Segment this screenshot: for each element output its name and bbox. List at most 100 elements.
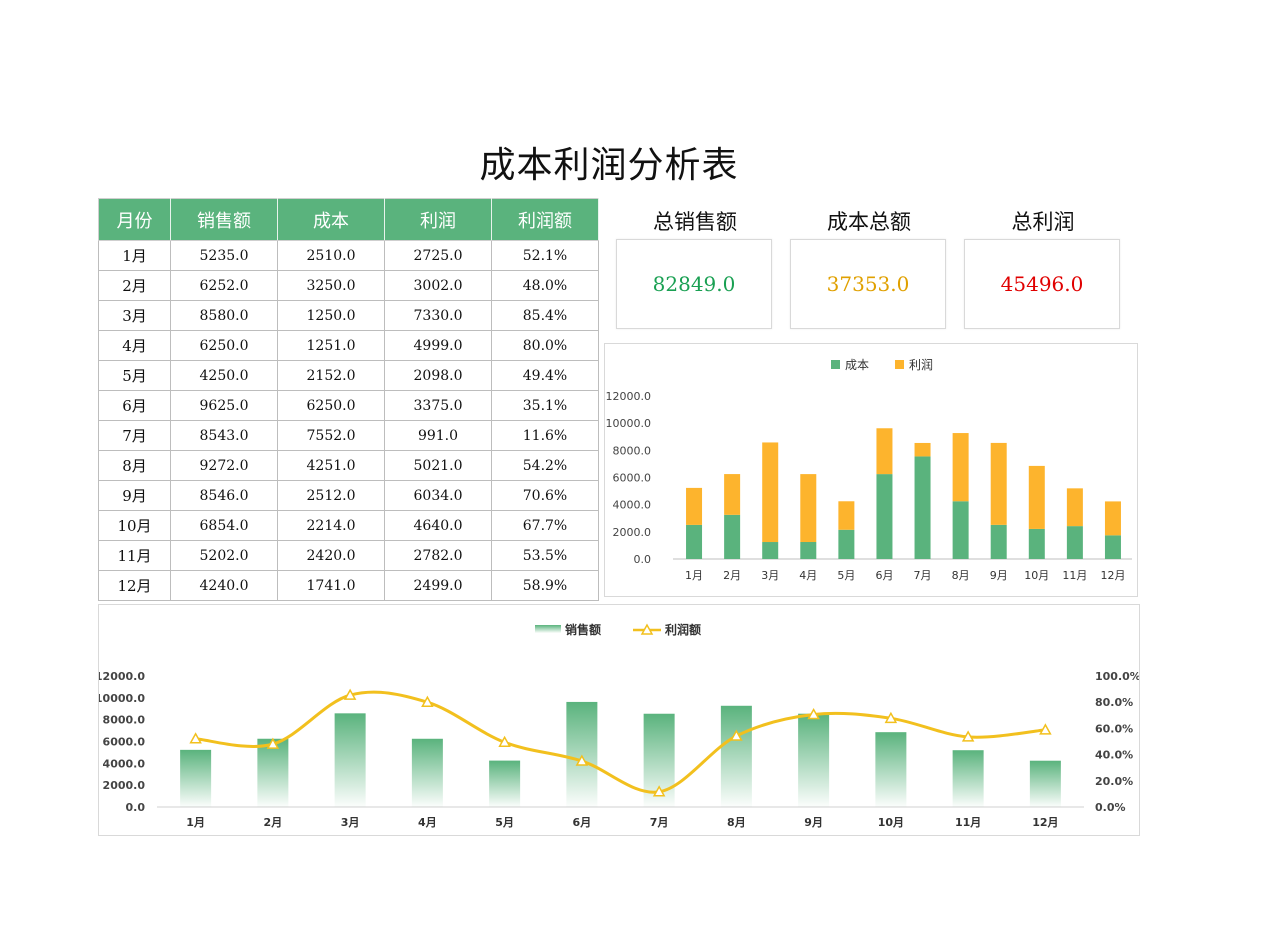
table-row: 7月 8543.0 7552.0 991.0 11.6% [98, 420, 599, 451]
table-cell: 5月 [98, 360, 171, 391]
kpi-value-total-profit: 45496.0 [1000, 272, 1084, 296]
profit-bar [876, 428, 893, 475]
x-tick-label: 5月 [837, 569, 855, 582]
profit-bar [762, 442, 779, 543]
profit-bar [686, 487, 703, 525]
sales-bar [334, 713, 366, 807]
y-tick-label: 8000.0 [103, 714, 146, 727]
table-cell: 5235.0 [170, 240, 278, 271]
legend-swatch-sales [535, 625, 561, 633]
table-row: 2月 6252.0 3250.0 3002.0 48.0% [98, 270, 599, 301]
y-tick-label: 6000.0 [613, 472, 652, 485]
table-row: 12月 4240.0 1741.0 2499.0 58.9% [98, 570, 599, 601]
x-tick-label: 4月 [799, 569, 817, 582]
legend-label-margin: 利润额 [665, 622, 701, 637]
y2-tick-label: 60.0% [1095, 722, 1133, 735]
kpi-label-total-profit: 总利润 [1011, 210, 1075, 234]
x-tick-label: 6月 [875, 569, 893, 582]
y2-tick-label: 20.0% [1095, 775, 1133, 788]
data-table: 月份 销售额 成本 利润 利润额 1月 5235.0 2510.0 2725.0 52.… [98, 198, 599, 601]
table-cell: 35.1% [491, 390, 599, 421]
table-cell: 67.7% [491, 510, 599, 541]
kpi-card-total-cost: 37353.0 [790, 239, 946, 329]
table-cell: 4240.0 [170, 570, 278, 601]
profit-bar [990, 442, 1007, 525]
combo-chart-svg: 0.0 2000.0 4000.0 6000.0 8000.0 10000.0 12000.… [95, 622, 1141, 829]
x-tick-label: 6月 [573, 816, 592, 829]
sales-bar [411, 738, 443, 807]
table-cell: 7552.0 [277, 420, 385, 451]
table-cell: 2098.0 [384, 360, 492, 391]
table-row: 11月 5202.0 2420.0 2782.0 53.5% [98, 540, 599, 571]
column-header: 销售额 [170, 198, 278, 241]
table-cell: 8546.0 [170, 480, 278, 511]
table-cell: 9625.0 [170, 390, 278, 421]
table-cell: 7月 [98, 420, 171, 451]
y-tick-label: 4000.0 [613, 499, 652, 512]
x-tick-label: 7月 [650, 816, 669, 829]
profit-bar [838, 501, 855, 530]
cost-bar [876, 474, 893, 559]
x-tick-label: 8月 [952, 569, 970, 582]
column-header: 成本 [277, 198, 385, 241]
y-tick-label: 8000.0 [613, 444, 652, 457]
table-cell: 54.2% [491, 450, 599, 481]
x-tick-label: 10月 [878, 816, 904, 829]
legend-label-sales: 销售额 [565, 622, 601, 637]
table-cell: 2782.0 [384, 540, 492, 571]
table-row: 9月 8546.0 2512.0 6034.0 70.6% [98, 480, 599, 511]
legend-swatch-profit [895, 360, 904, 369]
profit-bar [952, 433, 969, 502]
legend-label-profit: 利润 [909, 358, 933, 372]
profit-bar [800, 474, 817, 543]
table-cell: 2420.0 [277, 540, 385, 571]
cost-bar [990, 524, 1007, 559]
sales-bar [489, 760, 521, 807]
table-row: 5月 4250.0 2152.0 2098.0 49.4% [98, 360, 599, 391]
x-tick-label: 4月 [418, 816, 437, 829]
sales-bar [1029, 760, 1061, 807]
cost-bar [952, 501, 969, 559]
column-header: 月份 [98, 198, 171, 241]
table-cell: 5021.0 [384, 450, 492, 481]
margin-line [195, 690, 1046, 794]
sales-bar [952, 750, 984, 807]
table-row: 8月 9272.0 4251.0 5021.0 54.2% [98, 450, 599, 481]
y2-tick-label: 80.0% [1095, 696, 1133, 709]
y-tick-label: 6000.0 [103, 736, 146, 749]
y-tick-label: 4000.0 [103, 757, 146, 770]
cost-bar [724, 514, 741, 559]
y-tick-label: 2000.0 [103, 779, 146, 792]
x-tick-label: 12月 [1032, 816, 1058, 829]
x-tick-label: 10月 [1024, 569, 1049, 582]
table-cell: 7330.0 [384, 300, 492, 331]
table-cell: 3250.0 [277, 270, 385, 301]
table-row: 1月 5235.0 2510.0 2725.0 52.1% [98, 240, 599, 271]
sales-bar [798, 713, 830, 807]
table-cell: 2510.0 [277, 240, 385, 271]
cost-bar [838, 529, 855, 559]
table-cell: 4月 [98, 330, 171, 361]
column-header: 利润额 [491, 198, 599, 241]
table-cell: 6854.0 [170, 510, 278, 541]
table-cell: 2214.0 [277, 510, 385, 541]
table-row: 3月 8580.0 1250.0 7330.0 85.4% [98, 300, 599, 331]
table-cell: 8580.0 [170, 300, 278, 331]
profit-bar [724, 474, 741, 515]
profit-bar [1104, 501, 1121, 536]
table-cell: 58.9% [491, 570, 599, 601]
sales-bar [257, 738, 289, 807]
table-cell: 49.4% [491, 360, 599, 391]
x-tick-label: 9月 [990, 569, 1008, 582]
profit-bar [1066, 488, 1083, 527]
x-tick-label: 2月 [723, 569, 741, 582]
profit-bar [1028, 465, 1045, 529]
legend-swatch-cost [831, 360, 840, 369]
profit-bar [914, 442, 931, 457]
table-cell: 991.0 [384, 420, 492, 451]
table-cell: 85.4% [491, 300, 599, 331]
table-cell: 2499.0 [384, 570, 492, 601]
sales-bar [875, 732, 907, 807]
x-tick-label: 3月 [761, 569, 779, 582]
table-header-row: 月份 销售额 成本 利润 利润额 [98, 198, 599, 241]
